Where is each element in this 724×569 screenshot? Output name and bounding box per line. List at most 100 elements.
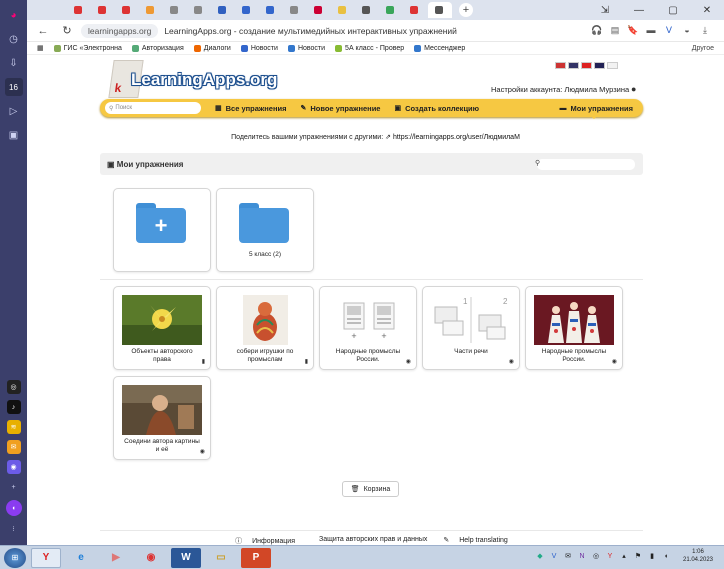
- browser-tab[interactable]: [188, 2, 210, 18]
- play-icon[interactable]: ▷: [5, 102, 23, 120]
- tray-flag-icon[interactable]: ⚑: [632, 550, 644, 562]
- bookmark-item[interactable]: Диалоги: [193, 44, 231, 52]
- download-icon[interactable]: ⤓: [696, 25, 714, 36]
- language-flag-icon[interactable]: [594, 62, 605, 69]
- browser-tab[interactable]: [260, 2, 282, 18]
- extension-icon[interactable]: ◒: [678, 25, 696, 36]
- app-tile[interactable]: Соедини автора картины и её ◉: [113, 376, 211, 460]
- app-tile[interactable]: + + Народные промыслы России. ◉: [319, 286, 417, 370]
- account-settings-link[interactable]: Настройки аккаунта: Людмила Мурзина: [491, 85, 629, 94]
- language-flag-icon[interactable]: [555, 62, 566, 69]
- tray-shield-icon[interactable]: ◆: [534, 550, 546, 562]
- tray-mail-icon[interactable]: ✉: [562, 550, 574, 562]
- folder-tile[interactable]: 5 класс (2): [216, 188, 314, 272]
- explorer-taskbar-icon[interactable]: ▭: [206, 548, 236, 568]
- user-icon[interactable]: ●: [631, 84, 641, 94]
- nav-collection-label: Создать коллекцию: [405, 103, 480, 113]
- tray-vk-icon[interactable]: ᐯ: [548, 550, 560, 562]
- browser-tab[interactable]: [356, 2, 378, 18]
- nav-new-exercise[interactable]: ✎ Новое упражнение: [300, 104, 380, 113]
- app-tile[interactable]: собери игрушки по промыслам ▮: [216, 286, 314, 370]
- bookmark-item[interactable]: Мессенджер: [414, 44, 465, 52]
- browser-tab[interactable]: [308, 2, 330, 18]
- bookmark-item[interactable]: Новости: [240, 44, 278, 52]
- trash-button[interactable]: 🗑 Корзина: [342, 481, 399, 497]
- instagram-icon[interactable]: ◎: [6, 380, 21, 394]
- new-folder-tile[interactable]: +: [113, 188, 211, 272]
- bookmark-icon[interactable]: 🔖: [624, 25, 642, 36]
- app-tile[interactable]: Народные промыслы России. ◉: [525, 286, 623, 370]
- app-yellow-icon[interactable]: ≋: [6, 420, 21, 434]
- word-taskbar-icon[interactable]: W: [171, 547, 201, 568]
- yandex-taskbar-icon[interactable]: Y: [31, 547, 61, 568]
- url-field[interactable]: learningapps.org LearningApps.org - созд…: [81, 23, 511, 39]
- browser-tab[interactable]: [332, 2, 354, 18]
- tray-yandex-icon[interactable]: Y: [604, 550, 616, 562]
- app-tile[interactable]: Объекты авторского права ▮: [113, 286, 211, 370]
- start-button[interactable]: ⊞: [4, 547, 26, 568]
- powerpoint-taskbar-icon[interactable]: P: [241, 547, 271, 568]
- bookmarks-other[interactable]: Другое: [692, 45, 714, 52]
- browser-tab[interactable]: [140, 2, 162, 18]
- browser-menu-icon[interactable]: ◕: [5, 6, 23, 24]
- browser-tab[interactable]: [404, 2, 426, 18]
- app-thumbnail: [225, 295, 305, 345]
- close-button[interactable]: ✕: [690, 0, 724, 20]
- maximize-button[interactable]: ▢: [656, 0, 690, 20]
- tray-arrow-icon[interactable]: ▴: [618, 550, 630, 562]
- search-input[interactable]: ⚲ Поиск: [105, 102, 201, 114]
- tray-onenote-icon[interactable]: N: [576, 550, 588, 562]
- tiktok-icon[interactable]: ♪: [6, 400, 21, 414]
- reader-icon[interactable]: ▤: [606, 25, 624, 36]
- share-link[interactable]: https://learningapps.org/user/ЛюдмилаМ: [393, 134, 520, 141]
- new-tab-button[interactable]: +: [459, 3, 473, 17]
- app-tile[interactable]: 1 2 Части речи ◉: [422, 286, 520, 370]
- tray-volume-icon[interactable]: ◖: [660, 550, 672, 562]
- browser-tab[interactable]: [236, 2, 258, 18]
- browser-tab[interactable]: [116, 2, 138, 18]
- reload-icon[interactable]: ↻: [59, 24, 75, 37]
- screenshot-icon[interactable]: ▣: [5, 126, 23, 144]
- sidebar-settings-icon[interactable]: ⁝: [7, 522, 21, 536]
- tray-app-icon[interactable]: ◎: [590, 550, 602, 562]
- history-icon[interactable]: ◷: [5, 30, 23, 48]
- browser-tab[interactable]: [164, 2, 186, 18]
- downloads-icon[interactable]: ⇩: [5, 54, 23, 72]
- headphones-icon[interactable]: 🎧: [588, 25, 606, 36]
- alice-icon[interactable]: ◖: [5, 500, 22, 516]
- nav-create-collection[interactable]: ▣ Создать коллекцию: [394, 104, 479, 113]
- pin-icon[interactable]: ⇲: [588, 0, 622, 20]
- minimize-button[interactable]: —: [622, 0, 656, 20]
- messenger-icon[interactable]: ◉: [6, 460, 21, 474]
- language-flag-icon[interactable]: [581, 62, 592, 69]
- language-flag-icon[interactable]: [607, 62, 618, 69]
- clock[interactable]: 1:06 21.04.2023: [676, 548, 720, 564]
- bookmarks-grid-icon[interactable]: ▦: [37, 44, 44, 52]
- browser-tab[interactable]: [92, 2, 114, 18]
- vk-icon[interactable]: ᐯ: [660, 25, 678, 36]
- media-taskbar-icon[interactable]: ▶: [101, 548, 131, 568]
- language-flag-icon[interactable]: [568, 62, 579, 69]
- ie-taskbar-icon[interactable]: e: [66, 548, 96, 568]
- tabs-count-badge[interactable]: 16: [4, 78, 23, 96]
- mail-icon[interactable]: ✉: [6, 440, 21, 454]
- nav-all-exercises[interactable]: ▦ Все упражнения: [215, 104, 286, 113]
- browser-tab[interactable]: [212, 2, 234, 18]
- bookmark-item[interactable]: 5А класс - Провер: [335, 44, 404, 52]
- chrome-taskbar-icon[interactable]: ◉: [136, 548, 166, 568]
- tray-network-icon[interactable]: ▮: [646, 550, 658, 562]
- protect-icon[interactable]: ▬: [642, 25, 660, 36]
- add-panel-icon[interactable]: +: [7, 480, 21, 494]
- browser-tab[interactable]: [284, 2, 306, 18]
- nav-my-exercises[interactable]: ▬ Мои упражнения: [559, 104, 633, 119]
- browser-tab[interactable]: [68, 2, 90, 18]
- back-icon[interactable]: ←: [35, 25, 51, 37]
- browser-tab[interactable]: [380, 2, 402, 18]
- browser-tab[interactable]: [428, 2, 452, 18]
- bookmark-item[interactable]: Авторизация: [131, 44, 184, 52]
- bookmark-item[interactable]: ГИС «Электронна: [53, 44, 122, 52]
- sidebar-apps: ◎ ♪ ≋ ✉ ◉ + ◖ ⁝: [5, 377, 22, 539]
- bookmark-item[interactable]: Новости: [287, 44, 325, 52]
- site-logo[interactable]: k LearningApps.org: [108, 60, 281, 98]
- filter-input[interactable]: ⚲: [535, 159, 635, 170]
